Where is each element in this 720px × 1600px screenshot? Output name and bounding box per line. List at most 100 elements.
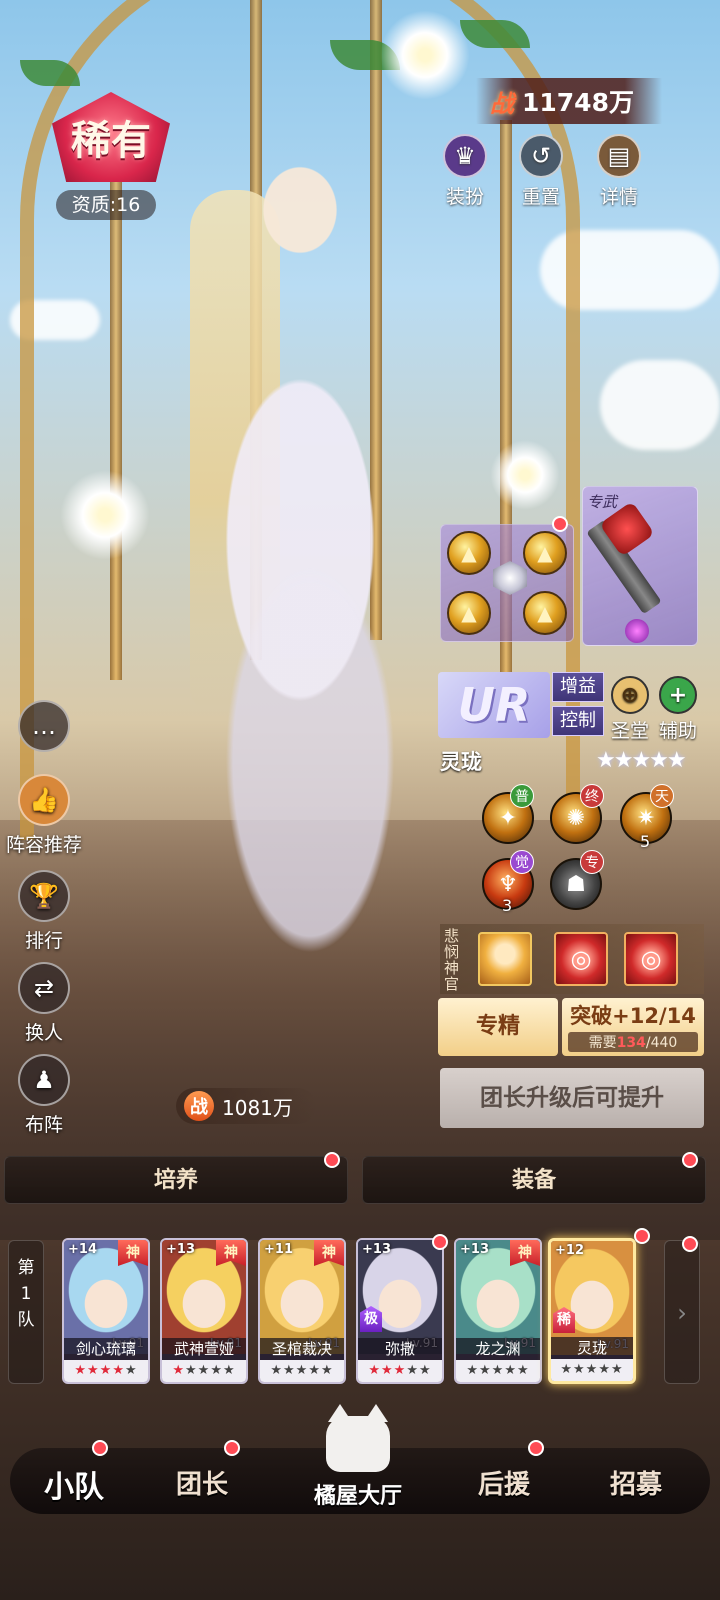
hero-enhance-level: +13	[362, 1242, 391, 1257]
upgrade-locked-button[interactable]: 团长升级后可提升	[440, 1068, 704, 1128]
formation-label: 布阵	[24, 1114, 63, 1136]
details-button[interactable]: ▤ 详情	[584, 134, 654, 209]
ranking-label: 排行	[24, 930, 63, 952]
hero-card-name: 剑心琉璃	[64, 1338, 148, 1360]
aptitude-label: 资质:16	[56, 190, 156, 220]
swap-hero-button[interactable]: ⇄ 换人	[0, 962, 94, 1045]
lineup-recommend-button[interactable]: 👍 阵容推荐	[0, 774, 94, 857]
nav-support[interactable]: 后援	[478, 1464, 530, 1501]
chat-icon: …	[18, 700, 70, 752]
hero-card-name: 弥撒	[358, 1338, 442, 1360]
gem-slot[interactable]: ▲	[447, 531, 491, 575]
formation-button[interactable]: ♟ 布阵	[0, 1054, 94, 1137]
combat-power-icon: 战	[490, 89, 514, 118]
team-label-char: 第	[17, 1258, 35, 1278]
hero-card-name: 龙之渊	[456, 1338, 540, 1360]
gem-slot[interactable]: ▲	[523, 531, 567, 575]
roster-notification-dot	[682, 1236, 698, 1252]
need-total: /440	[645, 1035, 678, 1051]
gem-slot[interactable]: ▲	[523, 591, 567, 635]
trophy-icon: 🏆	[18, 870, 70, 922]
skill-tag: 觉	[510, 850, 534, 874]
hero-card[interactable]: +12稀Lv.91灵珑★★★★★	[548, 1238, 636, 1384]
tab-train[interactable]: 培养	[4, 1156, 348, 1204]
hero-card-name: 灵珑	[551, 1337, 633, 1359]
bond-title: 悲悯神官	[444, 927, 460, 993]
red-stars: ★★★★	[74, 1363, 125, 1378]
bond-relic-icon[interactable]: ◎	[554, 932, 608, 986]
white-stars: ★★★★★	[270, 1363, 334, 1378]
outfit-button[interactable]: ♛ 装扮	[430, 134, 500, 209]
red-stars: ★★★	[368, 1363, 407, 1378]
team-label-char: 队	[17, 1310, 35, 1330]
nav-squad[interactable]: 小队	[44, 1462, 104, 1506]
need-current: 134	[616, 1035, 646, 1051]
hero-card[interactable]: +13极Lv.91弥撒★★★★★	[356, 1238, 444, 1384]
exclusive-weapon-slot[interactable]: 专武	[582, 486, 698, 646]
hero-name: 灵珑	[440, 750, 482, 774]
reset-label: 重置	[521, 186, 560, 208]
ranking-button[interactable]: 🏆 排行	[0, 870, 94, 953]
skill-level: 5	[640, 832, 651, 851]
thumbs-up-icon: 👍	[18, 774, 70, 826]
hero-card-name: 圣棺裁决	[260, 1338, 344, 1360]
tag-buff: 增益	[552, 672, 604, 702]
skill-tag: 普	[510, 784, 534, 808]
white-stars: ★	[124, 1363, 138, 1378]
tab-equip[interactable]: 装备	[362, 1156, 706, 1204]
white-stars: ★★	[406, 1363, 432, 1378]
bond-hero-portrait[interactable]	[478, 932, 532, 986]
character-model[interactable]	[150, 120, 460, 980]
gem-panel[interactable]: ▲ ▲ ▲ ▲	[440, 524, 574, 642]
nav-squad-dot	[92, 1440, 108, 1456]
nav-hall[interactable]: 橘屋大厅	[306, 1404, 410, 1516]
breakthrough-title: 突破+12/14	[570, 1004, 696, 1028]
gem-slot[interactable]: ▲	[447, 591, 491, 635]
hero-card-name: 武神萱娅	[162, 1338, 246, 1360]
crosshair-icon: ⊕	[611, 676, 649, 714]
nav-support-dot	[528, 1440, 544, 1456]
hero-enhance-level: +13	[166, 1242, 195, 1257]
plus-icon: +	[659, 676, 697, 714]
class-templar-label: 圣堂	[610, 720, 649, 742]
reset-button[interactable]: ↺ 重置	[506, 134, 576, 209]
team-selector[interactable]: 第 1 队	[8, 1240, 44, 1384]
cat-house-icon	[326, 1404, 390, 1472]
nav-leader[interactable]: 团长	[176, 1464, 228, 1501]
gem-notification-dot	[552, 516, 568, 532]
roster-next-arrow[interactable]: ›	[664, 1240, 700, 1384]
hero-card-stars: ★★★★★	[358, 1360, 442, 1382]
exclusive-weapon-tag: 专武	[587, 493, 618, 511]
breakthrough-button[interactable]: 突破+12/14 需要134/440	[562, 998, 704, 1056]
hero-card-stars: ★★★★★	[64, 1360, 148, 1382]
hero-card[interactable]: +13神Lv.91龙之渊★★★★★	[454, 1238, 542, 1384]
lineup-recommend-label: 阵容推荐	[5, 834, 82, 856]
skill-tag: 天	[650, 784, 674, 808]
red-stars: ★	[172, 1363, 186, 1378]
weapon-gem-icon	[625, 619, 649, 643]
class-templar[interactable]: ⊕ 圣堂	[606, 676, 654, 743]
details-label: 详情	[599, 186, 638, 208]
class-support-label: 辅助	[658, 720, 697, 742]
white-stars: ★★★★★	[466, 1363, 530, 1378]
hero-card[interactable]: +11神Lv.91圣棺裁决★★★★★	[258, 1238, 346, 1384]
team-label-char: 1	[20, 1284, 32, 1304]
tag-control: 控制	[552, 706, 604, 736]
hero-enhance-level: +13	[460, 1242, 489, 1257]
class-support[interactable]: + 辅助	[654, 676, 702, 743]
need-label: 需要	[588, 1035, 617, 1051]
swap-icon: ⇄	[18, 962, 70, 1014]
hero-card-stars: ★★★★★	[551, 1359, 633, 1381]
white-stars: ★★★★	[185, 1363, 236, 1378]
specialize-button[interactable]: 专精	[438, 998, 558, 1056]
combat-power-icon: 战	[184, 1091, 214, 1121]
outfit-icon: ♛	[443, 134, 487, 178]
book-icon: ▤	[597, 134, 641, 178]
hero-card[interactable]: +13神Lv.91武神萱娅★★★★★	[160, 1238, 248, 1384]
nav-recruit[interactable]: 招募	[610, 1464, 662, 1501]
train-notification-dot	[324, 1152, 340, 1168]
bond-relic-icon[interactable]: ◎	[624, 932, 678, 986]
chat-button[interactable]: …	[0, 700, 94, 756]
hero-card[interactable]: +14神Lv.91剑心琉璃★★★★★	[62, 1238, 150, 1384]
hero-card-stars: ★★★★★	[456, 1360, 540, 1382]
